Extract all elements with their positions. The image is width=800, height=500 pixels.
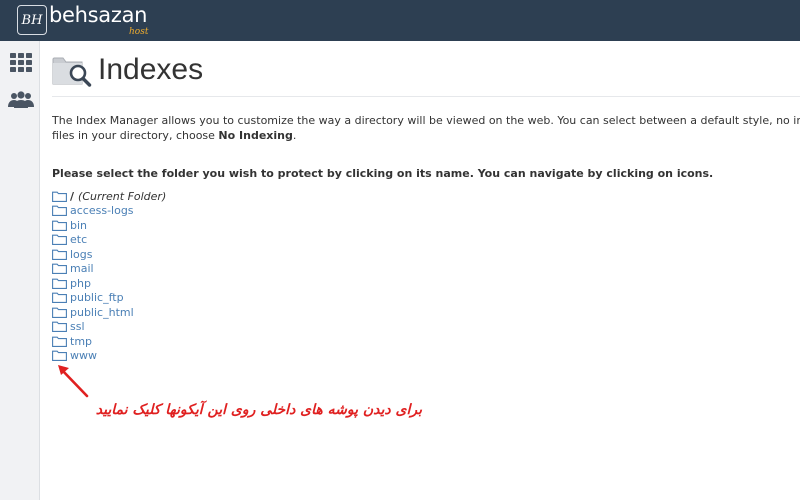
folder-link-www[interactable]: www — [70, 349, 97, 362]
folder-link-etc[interactable]: etc — [70, 233, 87, 246]
brand-name: behsazan — [49, 3, 148, 27]
page-header: Indexes — [52, 50, 203, 90]
folder-row: public_html — [52, 305, 166, 320]
brand-subtitle: host — [129, 27, 149, 37]
folder-row: mail — [52, 262, 166, 277]
no-indexing-label: No Indexing — [218, 129, 293, 142]
folder-icon[interactable] — [52, 249, 67, 260]
folder-link-public-ftp[interactable]: public_ftp — [70, 291, 124, 304]
grid-icon[interactable] — [8, 52, 34, 74]
description-line-2: files in your directory, choose No Index… — [52, 128, 800, 143]
folder-row: ssl — [52, 320, 166, 335]
description-line-1: The Index Manager allows you to customiz… — [52, 114, 800, 127]
folder-row: public_ftp — [52, 291, 166, 306]
folder-icon[interactable] — [52, 234, 67, 246]
users-icon[interactable] — [8, 89, 34, 111]
folder-icon[interactable] — [52, 278, 67, 289]
folder-icon[interactable] — [52, 307, 67, 318]
folder-link-tmp[interactable]: tmp — [70, 335, 92, 348]
annotation-text: برای دیدن پوشه های داخلی روی این آیکونها… — [95, 402, 422, 418]
folder-row: bin — [52, 218, 166, 233]
folder-row: php — [52, 276, 166, 291]
folder-link-mail[interactable]: mail — [70, 262, 94, 275]
current-folder-label[interactable]: (Current Folder) — [78, 190, 166, 203]
folder-row: tmp — [52, 334, 166, 349]
folder-link-php[interactable]: php — [70, 277, 91, 290]
folder-icon[interactable] — [52, 220, 67, 231]
annotation-arrow-icon — [58, 365, 89, 398]
folder-link-public-html[interactable]: public_html — [70, 306, 134, 319]
page-title: Indexes — [98, 53, 204, 86]
folder-link-logs[interactable]: logs — [70, 248, 93, 261]
folder-row: logs — [52, 247, 166, 262]
header-divider — [52, 96, 800, 97]
folder-link-access-logs[interactable]: access-logs — [70, 204, 134, 217]
folder-row-root: / (Current Folder) — [52, 189, 166, 204]
folder-row: etc — [52, 233, 166, 248]
description-line-2-suffix: . — [292, 129, 297, 142]
brand-logo-mark: BH — [17, 5, 47, 35]
folder-icon[interactable] — [52, 263, 67, 275]
sidebar — [0, 41, 40, 500]
folder-row: access-logs — [52, 204, 166, 219]
folder-icon[interactable] — [52, 336, 67, 347]
folder-search-icon — [52, 57, 92, 87]
description-line-2-prefix: files in your directory, choose — [52, 129, 219, 142]
folder-link-ssl[interactable]: ssl — [70, 320, 85, 333]
folder-row: www — [52, 349, 166, 364]
folder-icon[interactable] — [52, 321, 67, 333]
page-description: The Index Manager allows you to customiz… — [52, 113, 800, 143]
brand-logo[interactable]: BH behsazan host — [17, 3, 149, 37]
folder-icon[interactable] — [52, 205, 67, 217]
folder-icon[interactable] — [52, 292, 67, 304]
folder-icon[interactable] — [52, 191, 67, 202]
folder-icon[interactable] — [52, 350, 67, 362]
folder-link-bin[interactable]: bin — [70, 219, 87, 232]
folder-instruction: Please select the folder you wish to pro… — [52, 167, 714, 180]
root-folder-slash[interactable]: / — [70, 190, 74, 203]
top-bar: BH behsazan host — [0, 0, 800, 41]
folder-list: / (Current Folder) access-logs bin etc l… — [52, 189, 166, 363]
